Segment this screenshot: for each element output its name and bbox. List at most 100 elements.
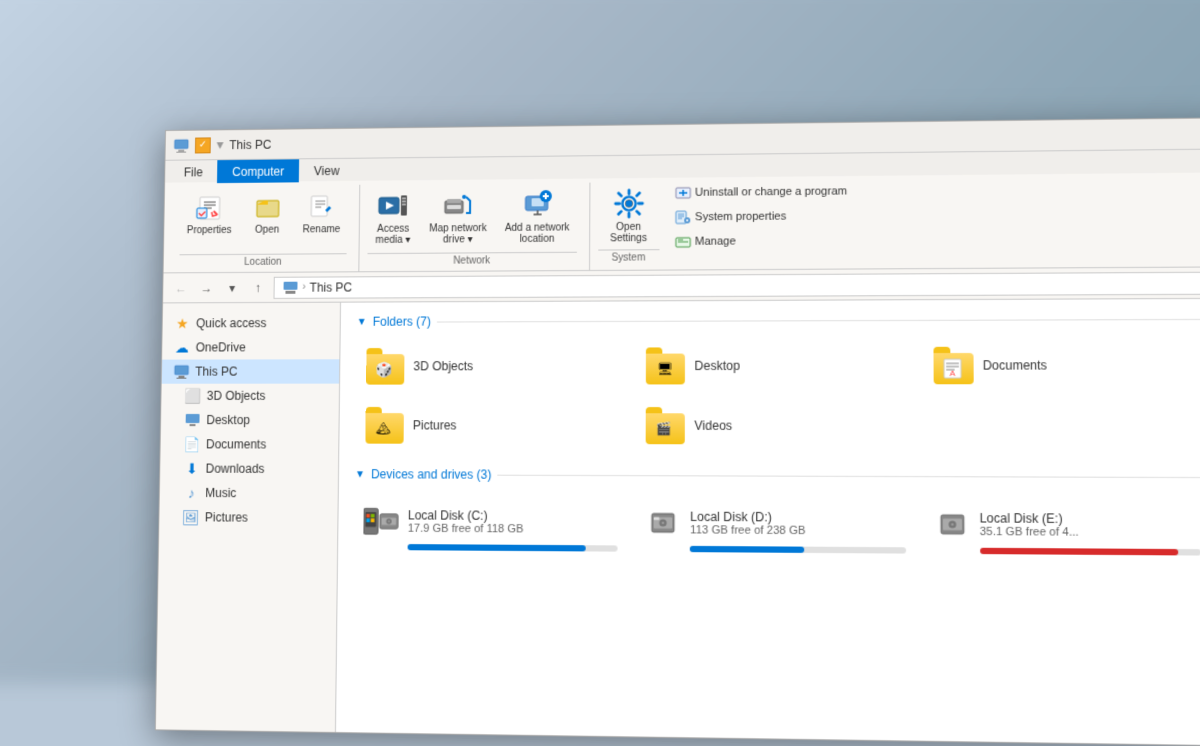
rename-button[interactable]: Rename (296, 185, 348, 241)
drive-item-d[interactable]: Local Disk (D:) 113 GB free of 238 GB (635, 495, 915, 563)
open-label: Open (255, 225, 279, 236)
window-title: This PC (229, 137, 271, 151)
folder-item-documents[interactable]: A Documents (923, 339, 1200, 392)
folders-divider (437, 318, 1200, 322)
sidebar-item-this-pc[interactable]: This PC (162, 359, 340, 383)
forward-button[interactable]: → (197, 278, 217, 298)
rename-label: Rename (303, 224, 341, 235)
cloud-icon: ☁ (174, 339, 190, 355)
folder-item-3d-objects[interactable]: 🎲 3D Objects (356, 340, 628, 391)
properties-icon (194, 191, 226, 223)
titlebar-checkbox: ✓ (195, 137, 211, 153)
drives-section-title: Devices and drives (3) (371, 467, 492, 482)
location-group-label: Location (179, 253, 347, 268)
map-drive-icon (442, 189, 474, 222)
ribbon-group-system: OpenSettings System Uninstall or ch (590, 180, 867, 270)
folder-icon-videos: 🎬 (645, 407, 686, 444)
folder-icon-desktop: 🖥 (645, 347, 686, 384)
open-button[interactable]: Open (242, 185, 292, 240)
drive-c-bar-track (408, 544, 618, 552)
folder-name-3d-objects: 3D Objects (413, 359, 473, 373)
tab-file[interactable]: File (169, 160, 218, 183)
uninstall-button[interactable]: Uninstall or change a program (667, 180, 854, 204)
map-drive-button[interactable]: Map networkdrive ▾ (422, 183, 494, 250)
folder-icon-documents: A (932, 347, 974, 385)
sidebar-item-documents[interactable]: 📄 Documents (160, 432, 338, 457)
tab-computer[interactable]: Computer (217, 159, 299, 183)
drive-d-bar-track (690, 546, 906, 554)
drive-c-name: Local Disk (C:) (408, 508, 618, 524)
titlebar-pc-icon (173, 137, 189, 153)
properties-label: Properties (187, 225, 232, 236)
sidebar-item-pictures[interactable]: 🖼 Pictures (159, 505, 337, 530)
folder-name-pictures: Pictures (413, 418, 457, 432)
sidebar-item-onedrive[interactable]: ☁ OneDrive (162, 335, 340, 360)
drive-c-bar-fill (408, 544, 587, 551)
explorer-window: ✓ ▾ This PC File Computer View (155, 117, 1200, 746)
sys-props-icon (674, 209, 690, 225)
folder-name-videos: Videos (694, 418, 732, 433)
desktop-icon (185, 412, 201, 428)
properties-button[interactable]: Properties (180, 186, 239, 241)
back-button[interactable]: ← (171, 278, 191, 298)
drives-grid: Local Disk (C:) 17.9 GB free of 118 GB (354, 494, 1200, 566)
add-network-label: Add a networklocation (505, 222, 570, 245)
drive-d-bar-fill (690, 546, 804, 553)
access-media-button[interactable]: Accessmedia ▾ (368, 184, 419, 251)
tab-view[interactable]: View (299, 159, 355, 183)
folders-chevron[interactable]: ▼ (357, 316, 367, 327)
manage-button[interactable]: Manage (667, 229, 854, 253)
sidebar-item-downloads[interactable]: ⬇ Downloads (160, 456, 338, 481)
folder-item-videos[interactable]: 🎬 Videos (636, 400, 915, 452)
uninstall-icon (675, 185, 691, 201)
drive-c-free: 17.9 GB free of 118 GB (408, 523, 618, 537)
drive-icon-e (933, 505, 971, 543)
computer-icon (174, 364, 190, 380)
folders-grid: 🎲 3D Objects 🖥 Desktop (355, 339, 1200, 453)
drive-e-bar-track (980, 548, 1200, 556)
drives-chevron[interactable]: ▼ (355, 469, 365, 480)
docs-icon: 📄 (184, 436, 200, 452)
drive-icon-c (363, 503, 400, 540)
access-media-icon (377, 189, 409, 221)
system-group-label: System (598, 249, 659, 264)
drive-icon-d (645, 504, 682, 542)
recent-button[interactable]: ▾ (222, 277, 242, 297)
open-settings-button[interactable]: OpenSettings (598, 182, 659, 250)
folder-name-desktop: Desktop (695, 359, 740, 373)
drives-divider (498, 474, 1200, 477)
sidebar-item-3d-objects[interactable]: ⬜ 3D Objects (161, 384, 339, 408)
open-icon (251, 190, 283, 222)
main-area: ★ Quick access ☁ OneDrive (156, 299, 1200, 745)
drive-d-name: Local Disk (D:) (690, 510, 905, 526)
folder-item-pictures[interactable]: 🏔 Pictures (355, 400, 627, 452)
cube-icon: ⬜ (185, 388, 201, 404)
add-network-button[interactable]: Add a networklocation (498, 183, 577, 251)
network-group-label: Network (368, 252, 577, 267)
add-network-icon (521, 188, 554, 221)
open-settings-label: OpenSettings (610, 222, 647, 245)
folder-name-documents: Documents (983, 358, 1047, 373)
sidebar-item-music[interactable]: ♪ Music (160, 481, 338, 506)
folders-section-title: Folders (7) (373, 314, 431, 328)
drive-item-c[interactable]: Local Disk (C:) 17.9 GB free of 118 GB (354, 494, 627, 561)
address-path[interactable]: › This PC (274, 271, 1200, 298)
up-button[interactable]: ↑ (248, 277, 268, 297)
sys-props-button[interactable]: System properties (667, 205, 854, 229)
drive-e-name: Local Disk (E:) (980, 511, 1200, 527)
ribbon-group-location: Properties Open (171, 185, 360, 273)
gear-icon (612, 187, 645, 220)
pictures-icon: 🖼 (183, 509, 199, 525)
drive-item-e[interactable]: Local Disk (E:) 35.1 GB free of 4... (923, 496, 1200, 565)
sidebar-item-quick-access[interactable]: ★ Quick access (162, 311, 339, 336)
sys-props-label: System properties (695, 210, 786, 223)
drive-d-free: 113 GB free of 238 GB (690, 524, 906, 538)
rename-icon (306, 190, 338, 222)
sidebar-item-desktop[interactable]: Desktop (161, 408, 339, 432)
svg-text:A: A (949, 369, 955, 378)
path-text: This PC (310, 280, 353, 294)
folder-item-desktop[interactable]: 🖥 Desktop (636, 340, 915, 392)
manage-label: Manage (695, 235, 736, 248)
access-media-label: Accessmedia ▾ (375, 224, 410, 246)
ribbon-group-network: Accessmedia ▾ Map network (360, 183, 590, 272)
